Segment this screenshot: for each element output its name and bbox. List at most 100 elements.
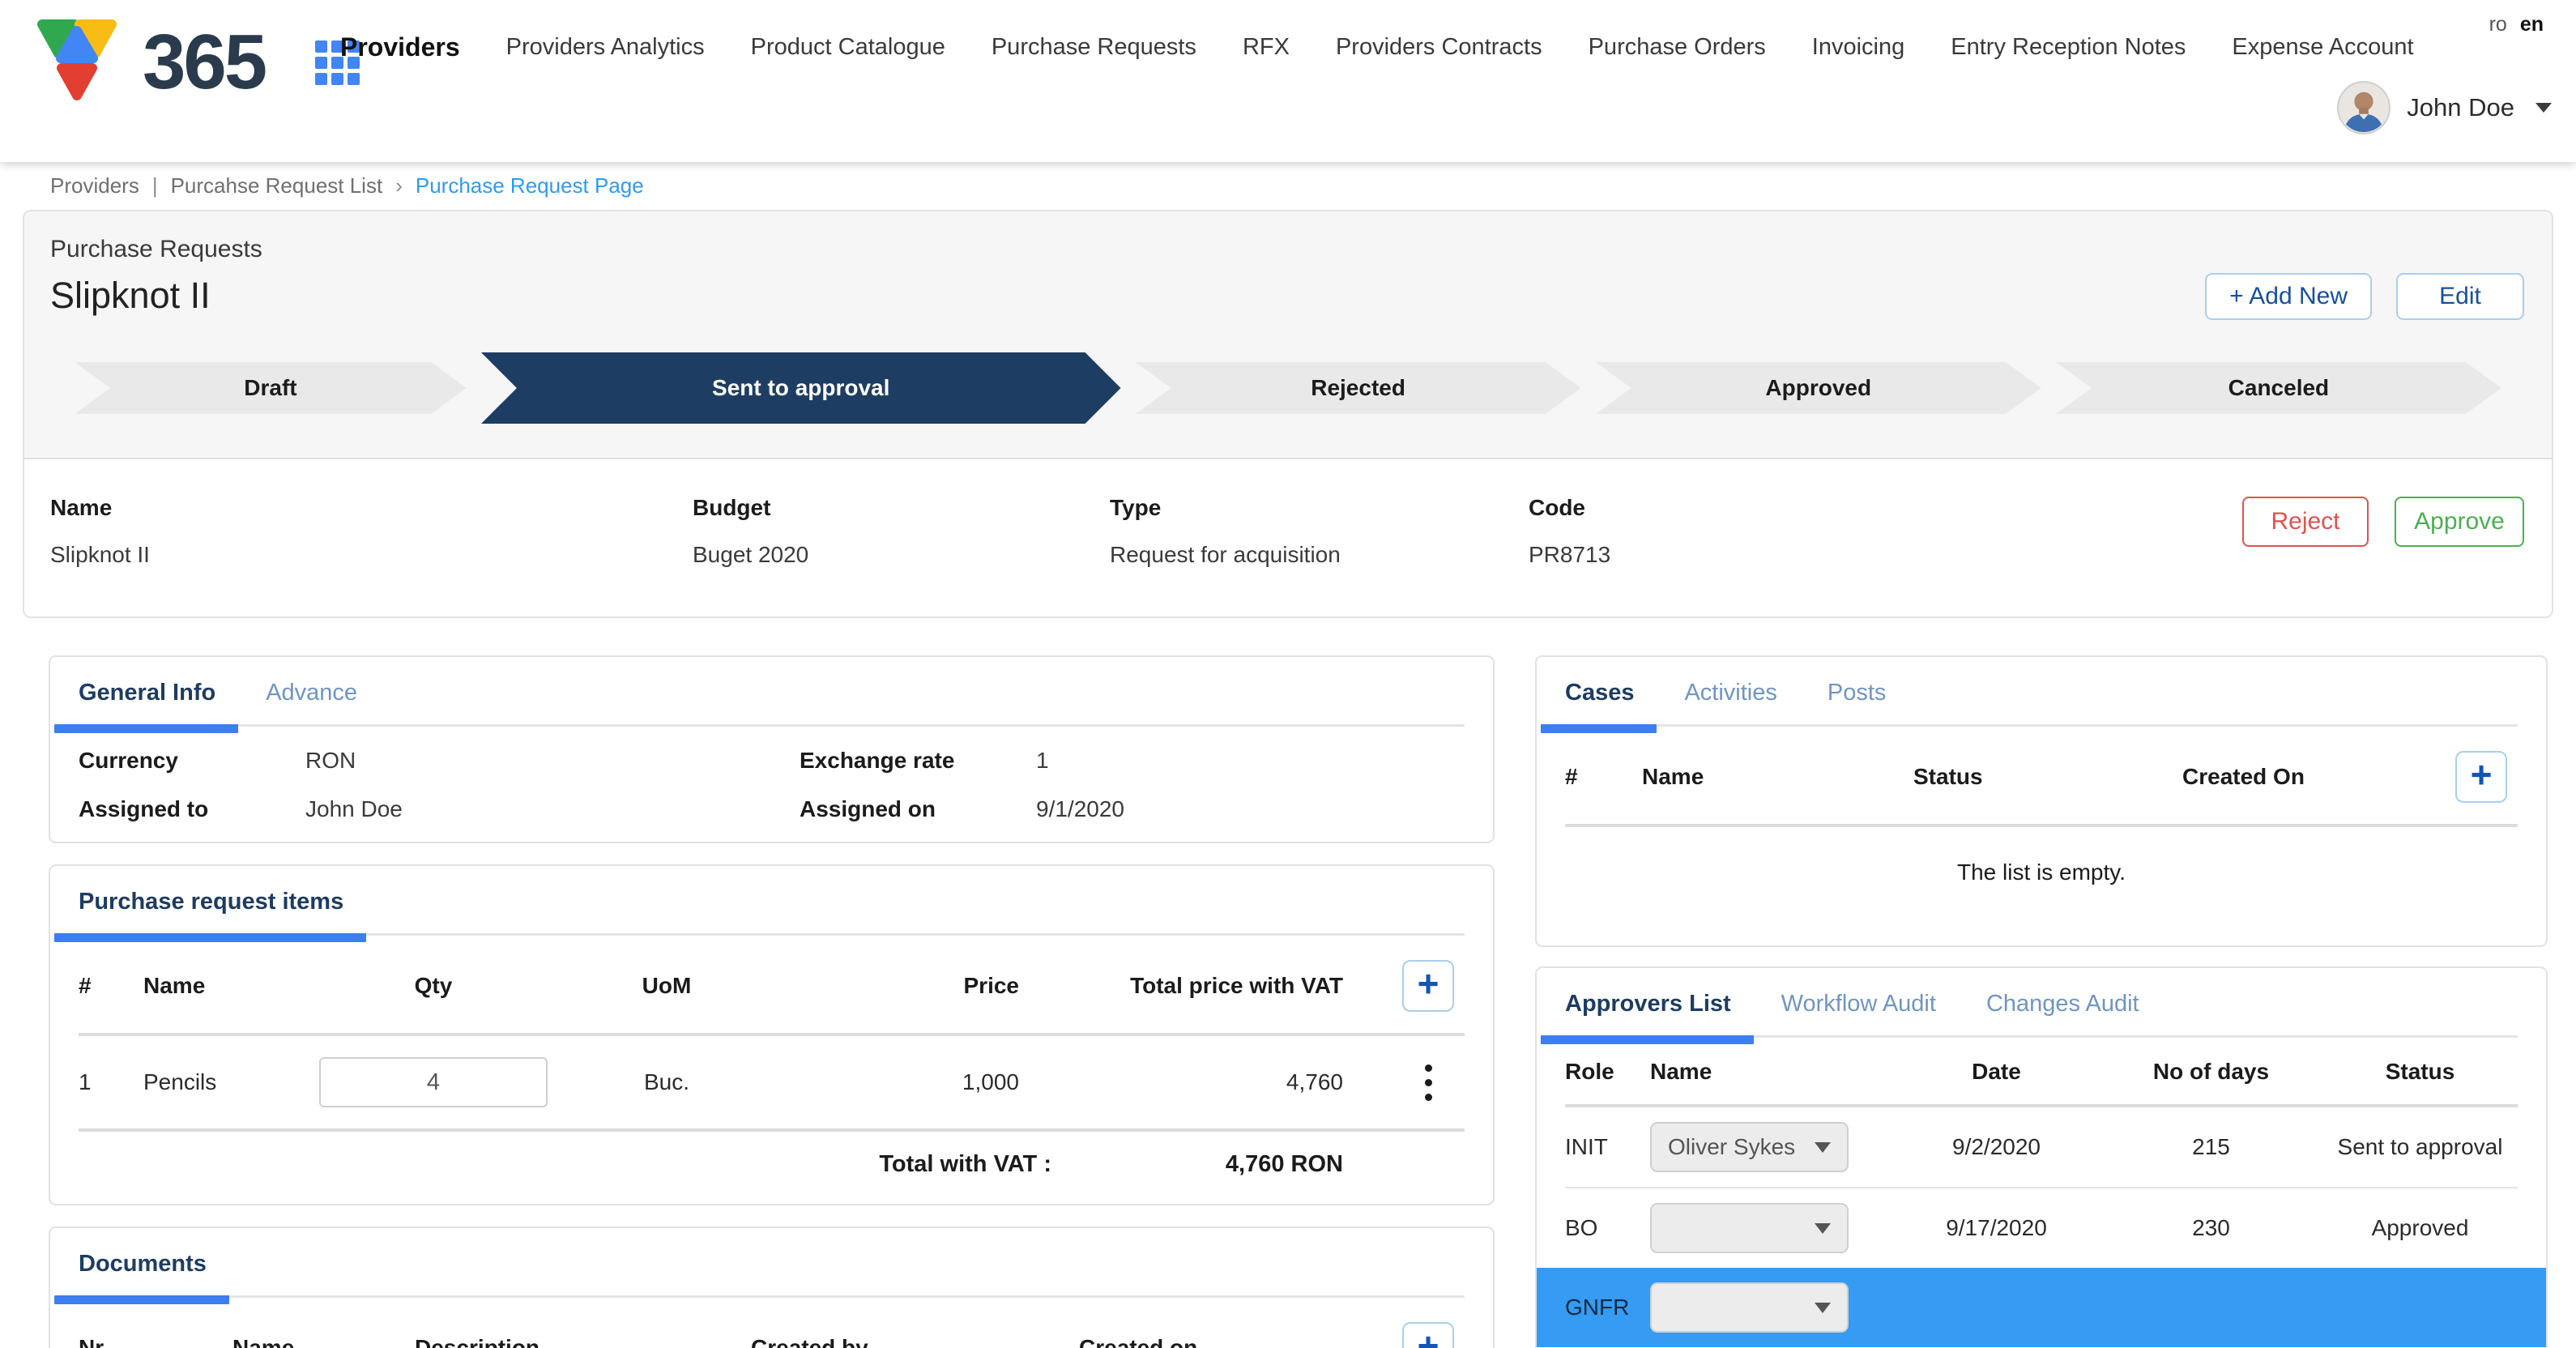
nav-item-rfx[interactable]: RFX [1243, 34, 1290, 61]
app-logo[interactable]: 365 [32, 13, 360, 112]
tab-advance[interactable]: Advance [266, 680, 357, 706]
cases-card: Cases Activities Posts # Name Status Cre… [1535, 655, 2548, 947]
language-switcher: ro en [2489, 13, 2544, 36]
gi-value-assigned-to: John Doe [305, 796, 800, 822]
section-label: Purchase Requests [50, 236, 262, 263]
qty-input[interactable] [319, 1057, 548, 1107]
approvers-table-header: Role Name Date No of days Status [1565, 1038, 2518, 1107]
tab-documents[interactable]: Documents [79, 1251, 207, 1278]
approver-date: 9/2/2020 [1893, 1134, 2100, 1160]
item-price: 1,000 [784, 1069, 1051, 1095]
field-label-budget: Budget [693, 495, 1110, 521]
stage-draft: Draft [75, 362, 467, 414]
page-title: Slipknot II [50, 275, 262, 317]
approver-row-init: INIT Oliver Sykes 9/2/2020 215 Sent to a… [1565, 1107, 2518, 1187]
approver-status: Sent to approval [2322, 1134, 2518, 1160]
workflow-stages: Draft Sent to approval Rejected Approved… [75, 352, 2501, 424]
nav-item-invoicing[interactable]: Invoicing [1812, 34, 1904, 61]
stage-sent-to-approval: Sent to approval [481, 352, 1121, 424]
purchase-request-items-card: Purchase request items # Name Qty UoM Pr… [49, 864, 1495, 1205]
approver-name-select[interactable] [1650, 1282, 1849, 1333]
breadcrumb-providers[interactable]: Providers [50, 173, 139, 198]
logo-triangles-icon [32, 13, 122, 112]
col-price: Price [784, 973, 1051, 999]
item-uom: Buc. [549, 1069, 784, 1095]
item-num: 1 [79, 1069, 143, 1095]
approve-button[interactable]: Approve [2395, 497, 2524, 547]
items-table-header: # Name Qty UoM Price Total price with VA… [79, 936, 1465, 1036]
nav-item-expense-account[interactable]: Expense Account [2232, 34, 2413, 61]
cases-empty-text: The list is empty. [1565, 827, 2518, 926]
add-case-button[interactable]: + [2455, 751, 2507, 803]
gi-label-assigned-on: Assigned on [800, 796, 1036, 822]
field-label-code: Code [1529, 495, 2242, 521]
col-uom: UoM [549, 973, 784, 999]
edit-button[interactable]: Edit [2396, 273, 2524, 320]
col-date: Date [1893, 1059, 2100, 1085]
field-label-name: Name [50, 495, 693, 521]
nav-item-purchase-orders[interactable]: Purchase Orders [1589, 34, 1766, 61]
col-description: Description [415, 1335, 751, 1348]
field-value-type: Request for acquisition [1110, 542, 1529, 568]
lang-en[interactable]: en [2520, 13, 2544, 36]
nav-item-entry-reception-notes[interactable]: Entry Reception Notes [1951, 34, 2186, 61]
col-days: No of days [2100, 1059, 2322, 1085]
nav-item-purchase-requests[interactable]: Purchase Requests [992, 34, 1196, 61]
items-total-row: Total with VAT : 4,760 RON [79, 1128, 1465, 1184]
breadcrumb: Providers | Purcahse Request List › Purc… [0, 162, 2576, 205]
approver-name-select[interactable]: Oliver Sykes [1650, 1122, 1849, 1172]
tab-posts[interactable]: Posts [1828, 680, 1887, 706]
tab-changes-audit[interactable]: Changes Audit [1986, 991, 2139, 1017]
approver-role: BO [1565, 1215, 1650, 1241]
nav-item-providers[interactable]: Providers [340, 32, 460, 62]
add-document-button[interactable]: + [1402, 1322, 1454, 1348]
reject-button[interactable]: Reject [2242, 497, 2369, 547]
documents-table-header: Nr. Name Description Created by Created … [79, 1298, 1465, 1348]
total-with-vat-value: 4,760 RON [1051, 1151, 1392, 1178]
item-name: Pencils [143, 1069, 318, 1095]
approver-row-gnfr-selected[interactable]: GNFR [1537, 1268, 2546, 1347]
col-name: Name [143, 973, 318, 999]
gi-value-currency: RON [305, 748, 800, 774]
col-created-on: Created on [1079, 1335, 1392, 1348]
tab-workflow-audit[interactable]: Workflow Audit [1781, 991, 1936, 1017]
tab-activities[interactable]: Activities [1684, 680, 1776, 706]
tab-approvers-list[interactable]: Approvers List [1565, 991, 1731, 1017]
item-total: 4,760 [1051, 1069, 1392, 1095]
chevron-down-icon [1815, 1223, 1831, 1234]
user-name: John Doe [2407, 93, 2514, 122]
tab-purchase-request-items[interactable]: Purchase request items [79, 889, 343, 915]
approver-role: INIT [1565, 1134, 1650, 1160]
purchase-request-header-card: Purchase Requests Slipknot II + Add New … [23, 210, 2553, 618]
brand-text: 365 [143, 18, 265, 107]
add-new-button[interactable]: + Add New [2205, 273, 2372, 320]
tab-general-info[interactable]: General Info [79, 680, 215, 706]
item-row: 1 Pencils Buc. 1,000 4,760 [79, 1036, 1465, 1128]
user-menu[interactable]: John Doe [2337, 81, 2552, 134]
col-status: Status [1913, 764, 2182, 790]
col-name: Name [232, 1335, 415, 1348]
avatar [2337, 81, 2390, 134]
approver-name-select[interactable] [1650, 1203, 1849, 1253]
tab-cases[interactable]: Cases [1565, 680, 1634, 706]
add-item-button[interactable]: + [1402, 960, 1454, 1012]
approver-name-value: Oliver Sykes [1668, 1134, 1795, 1160]
breadcrumb-separator: › [395, 173, 403, 198]
col-num: # [1565, 764, 1642, 790]
stage-canceled: Canceled [2056, 362, 2501, 414]
col-created-by: Created by [751, 1335, 1079, 1348]
row-menu-kebab-icon[interactable] [1420, 1060, 1437, 1106]
nav-item-providers-analytics[interactable]: Providers Analytics [506, 34, 705, 61]
field-value-name: Slipknot II [50, 542, 693, 568]
lang-ro[interactable]: ro [2489, 13, 2507, 36]
gi-value-assigned-on: 9/1/2020 [1036, 796, 1465, 822]
breadcrumb-purchase-request-list[interactable]: Purcahse Request List [171, 173, 383, 198]
nav-item-product-catalogue[interactable]: Product Catalogue [751, 34, 945, 61]
total-with-vat-label: Total with VAT : [879, 1151, 1051, 1178]
col-status: Status [2322, 1059, 2518, 1085]
nav-item-providers-contracts[interactable]: Providers Contracts [1336, 34, 1542, 61]
approver-days: 215 [2100, 1134, 2322, 1160]
col-role: Role [1565, 1059, 1650, 1085]
cases-table-header: # Name Status Created On + [1565, 727, 2518, 827]
main-nav: Providers Providers Analytics Product Ca… [340, 32, 2414, 62]
